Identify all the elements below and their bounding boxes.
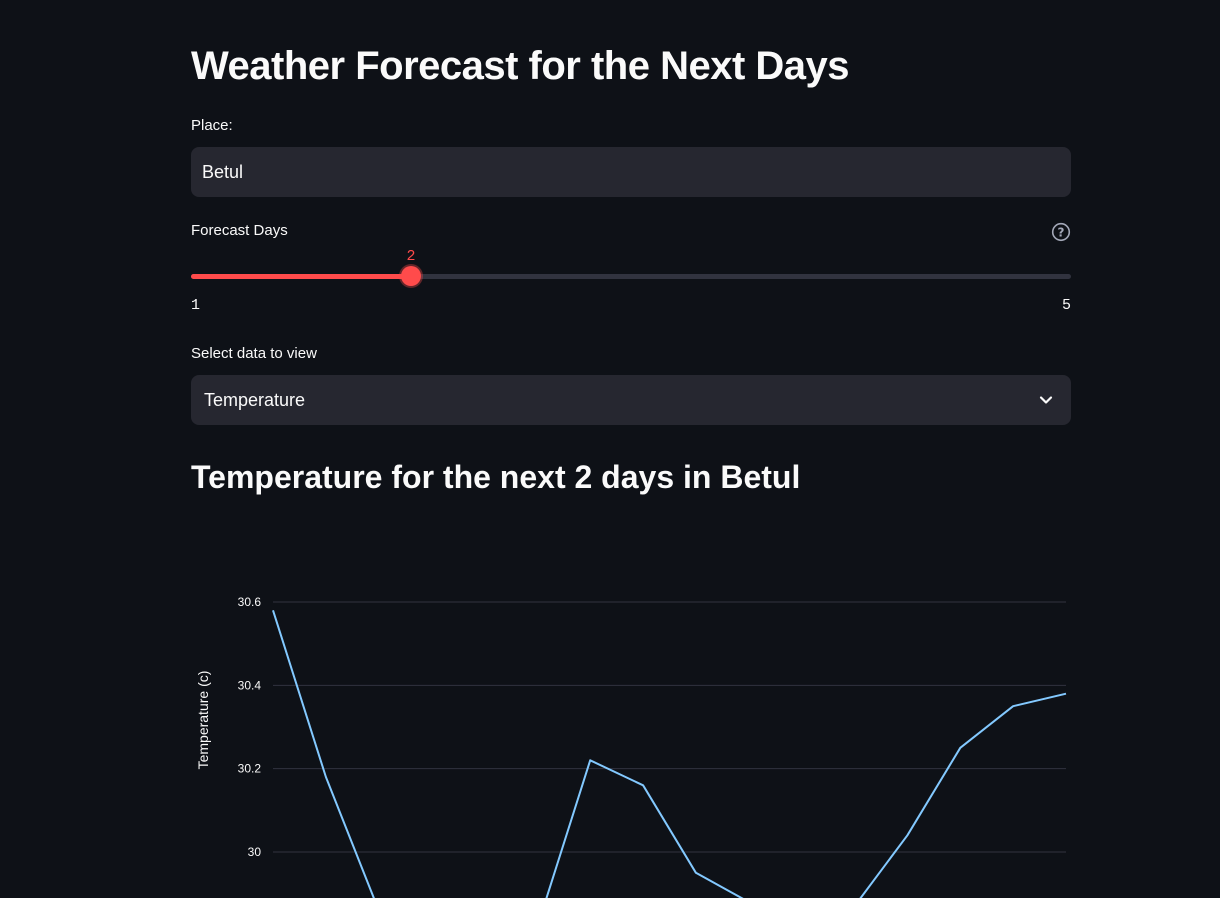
forecast-days-slider-max: 5 [1061, 297, 1071, 314]
chevron-down-icon [1039, 396, 1053, 404]
chart-y-tick-label: 30.2 [238, 762, 262, 776]
page-title: Weather Forecast for the Next Days [191, 44, 850, 88]
data-select-dropdown[interactable]: Temperature [191, 375, 1071, 425]
question-circle-icon[interactable]: ? [1051, 222, 1071, 242]
forecast-days-slider-fill [191, 274, 411, 279]
forecast-days-slider-value: 2 [406, 248, 416, 265]
chart-y-tick-label: 30 [248, 845, 262, 859]
chart-y-tick-label: 30.6 [238, 595, 262, 609]
svg-text:?: ? [1058, 225, 1065, 239]
forecast-days-label: Forecast Days [191, 222, 288, 239]
temperature-chart: 30.6 30.4 30.2 30 Temperature (c) [195, 595, 1067, 898]
forecast-days-slider-min: 1 [191, 297, 201, 314]
place-label: Place: [191, 117, 233, 134]
data-select-label: Select data to view [191, 345, 317, 362]
chart-y-tick-label: 30.4 [238, 678, 262, 692]
section-title: Temperature for the next 2 days in Betul [191, 459, 801, 495]
place-input[interactable] [191, 147, 1071, 197]
forecast-days-slider-thumb[interactable] [401, 266, 421, 286]
chart-y-axis-label: Temperature (c) [195, 671, 211, 770]
forecast-days-slider-track[interactable] [191, 274, 1071, 279]
chart-series-line [272, 609, 1067, 898]
data-select-value: Temperature [204, 389, 306, 410]
